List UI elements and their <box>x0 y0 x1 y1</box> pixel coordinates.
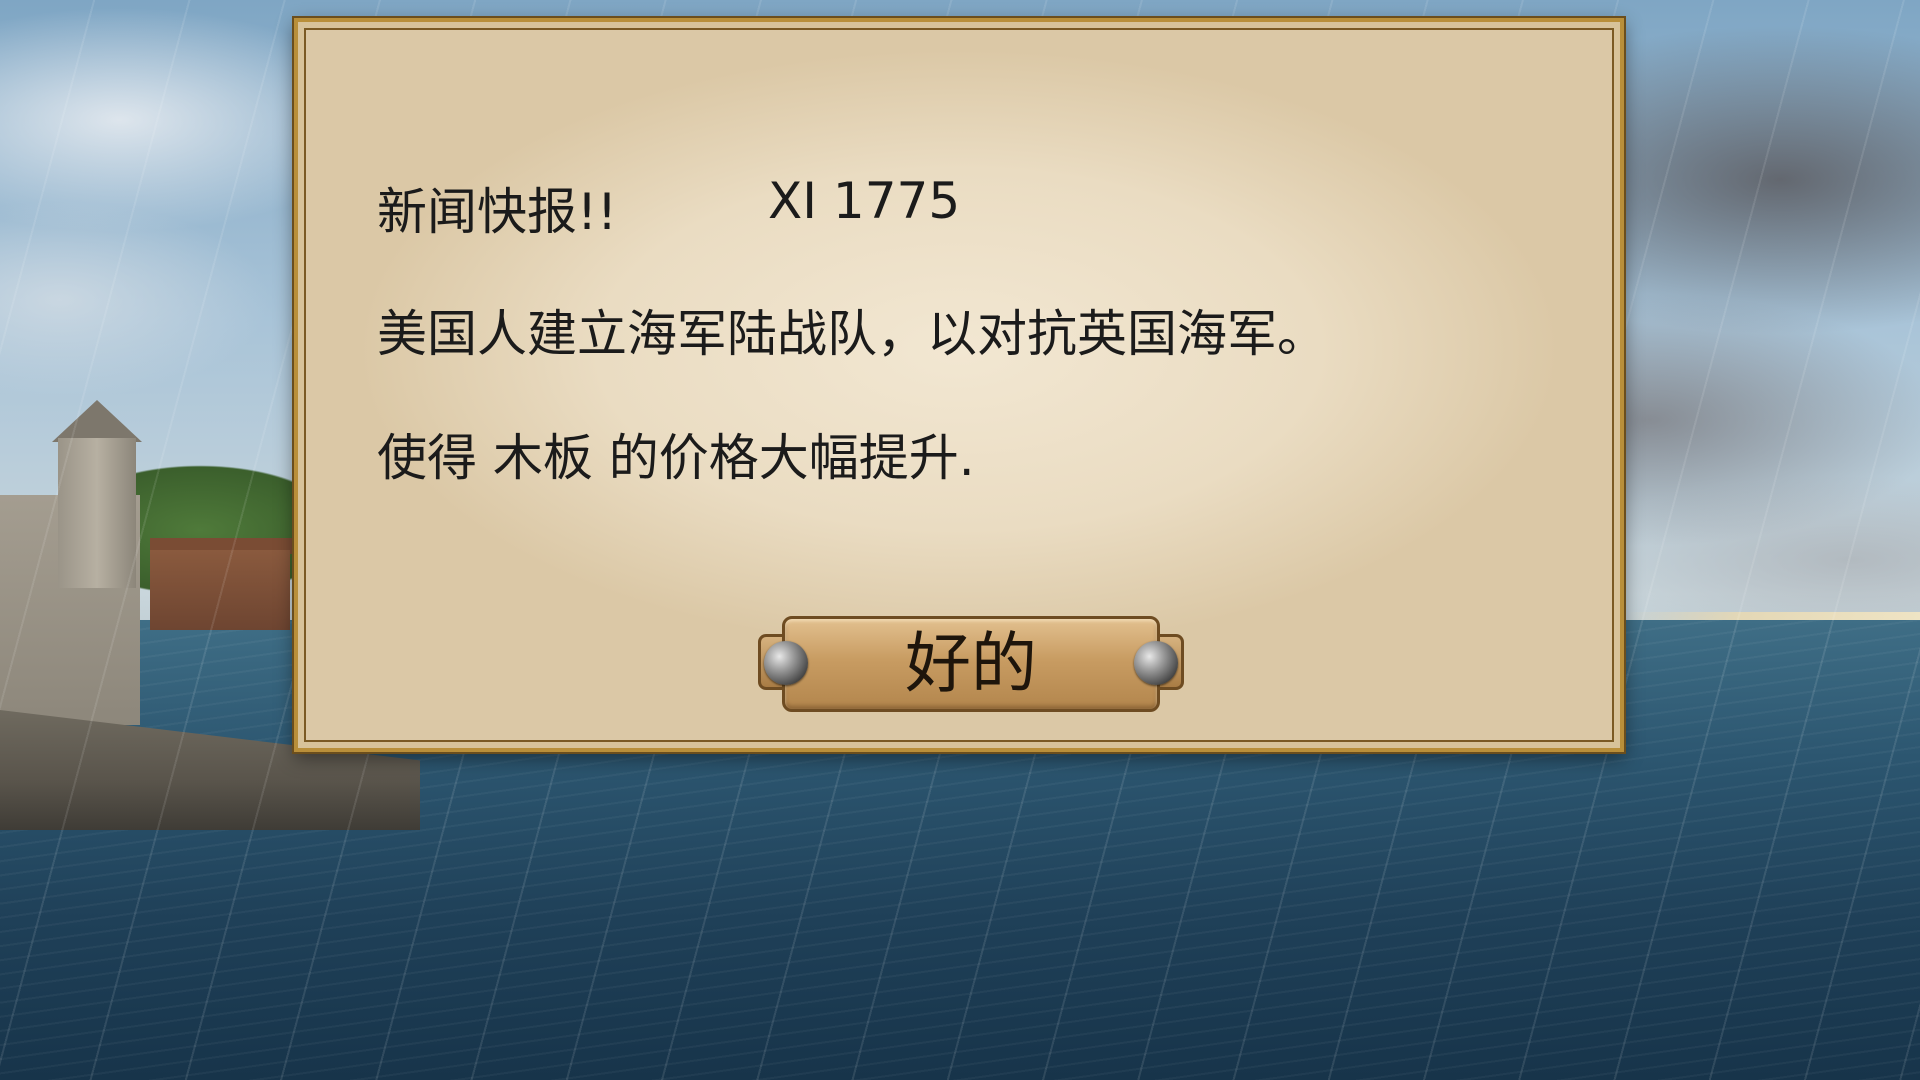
news-header: 新闻快报!! <box>377 183 618 241</box>
tower-roof <box>52 400 142 442</box>
news-headline: 美国人建立海军陆战队，以对抗英国海军。 <box>377 305 1327 363</box>
wooden-warehouse <box>150 550 290 630</box>
stone-tower <box>58 438 136 588</box>
news-dialog: 新闻快报!! XI 1775 美国人建立海军陆战队，以对抗英国海军。 使得 木板… <box>294 18 1624 752</box>
parchment-panel: 新闻快报!! XI 1775 美国人建立海军陆战队，以对抗英国海军。 使得 木板… <box>304 28 1614 742</box>
ok-button-label: 好的 <box>905 625 1037 702</box>
ok-button[interactable]: 好的 <box>758 614 1184 716</box>
news-date: XI 1775 <box>768 172 961 230</box>
news-effect: 使得 木板 的价格大幅提升. <box>377 429 975 487</box>
